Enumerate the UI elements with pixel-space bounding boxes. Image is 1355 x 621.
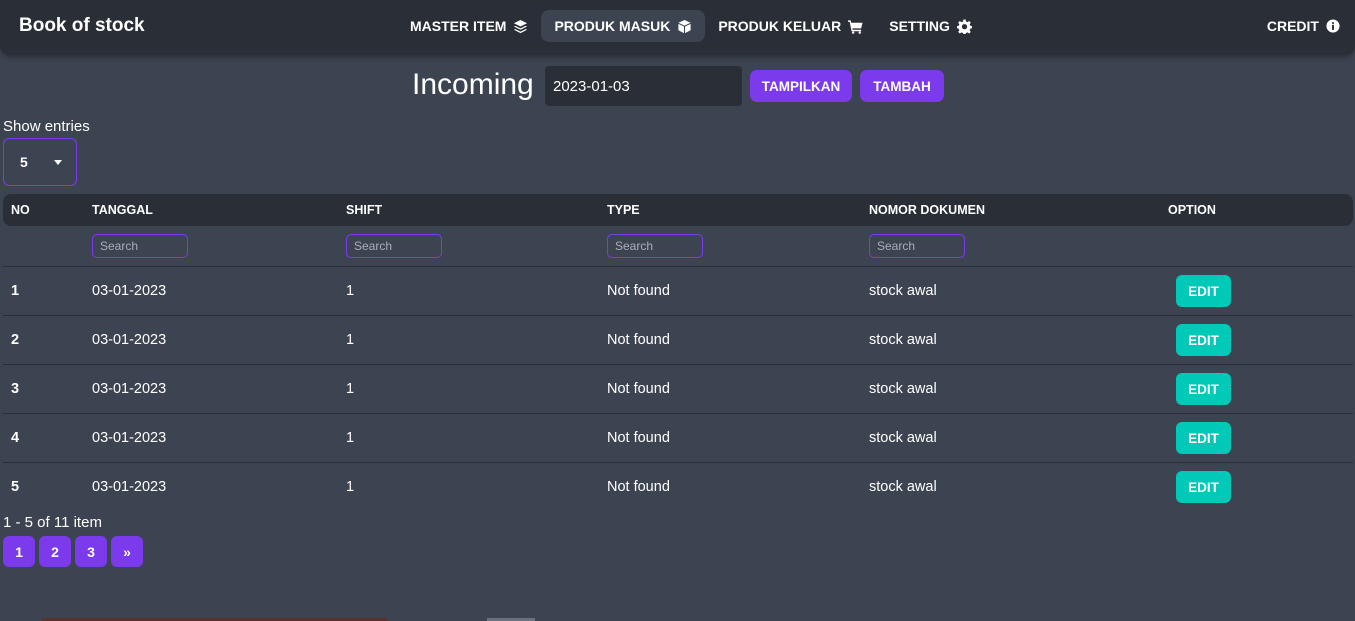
table-row: 4 03-01-2023 1 Not found stock awal EDIT (3, 414, 1353, 463)
cell-shift: 1 (346, 332, 355, 348)
edit-button[interactable]: EDIT (1176, 422, 1231, 454)
page-button[interactable]: 3 (75, 536, 107, 567)
cell-type: Not found (607, 381, 670, 397)
cell-no: 1 (11, 283, 20, 299)
tampilkan-button[interactable]: TAMPILKAN (750, 70, 852, 102)
cell-nomor-dokumen: stock awal (869, 283, 937, 299)
cell-tanggal: 03-01-2023 (92, 430, 167, 446)
table-row: 1 03-01-2023 1 Not found stock awal EDIT (3, 267, 1353, 316)
layers-icon (514, 19, 528, 33)
show-entries-label: Show entries (3, 118, 90, 135)
column-header: TANGGAL (92, 203, 153, 217)
column-header: NO (11, 203, 30, 217)
edit-button[interactable]: EDIT (1176, 275, 1231, 307)
cell-option: EDIT (1168, 324, 1353, 356)
column-header: TYPE (607, 203, 640, 217)
cell-nomor-dokumen: stock awal (869, 332, 937, 348)
caret-down-icon (54, 159, 62, 165)
column-header: NOMOR DOKUMEN (869, 203, 985, 217)
cell-type: Not found (607, 332, 670, 348)
nav-item-label: PRODUK MASUK (554, 18, 671, 34)
brand-title[interactable]: Book of stock (19, 15, 145, 37)
cell-nomor-dokumen: stock awal (869, 430, 937, 446)
cell-nomor-dokumen: stock awal (869, 381, 937, 397)
credit-label: CREDIT (1266, 18, 1319, 34)
table-row: 2 03-01-2023 1 Not found stock awal EDIT (3, 316, 1353, 365)
cell-option: EDIT (1168, 422, 1353, 454)
filter-cell (346, 234, 607, 258)
cell-no: 4 (11, 430, 20, 446)
nav-item-produk-masuk[interactable]: PRODUK MASUK (541, 10, 706, 42)
nav-item-produk-keluar[interactable]: PRODUK KELUAR (705, 10, 876, 42)
date-input[interactable] (545, 66, 742, 106)
cell-tanggal: 03-01-2023 (92, 479, 167, 495)
edit-button[interactable]: EDIT (1176, 324, 1231, 356)
cell-no: 3 (11, 381, 20, 397)
cell-no: 5 (11, 479, 20, 495)
table-row: 5 03-01-2023 1 Not found stock awal EDIT (3, 463, 1353, 511)
filter-cell (869, 234, 1168, 258)
cell-no: 2 (11, 332, 20, 348)
search-type-input[interactable] (607, 234, 703, 258)
search-tanggal-input[interactable] (92, 234, 188, 258)
filter-row (3, 226, 1353, 267)
column-header: OPTION (1168, 203, 1216, 217)
nav-item-master-item[interactable]: MASTER ITEM (397, 10, 541, 42)
box-icon (678, 19, 691, 33)
cell-tanggal: 03-01-2023 (92, 283, 167, 299)
cell-option: EDIT (1168, 275, 1353, 307)
cell-tanggal: 03-01-2023 (92, 332, 167, 348)
nav-menu: MASTER ITEM PRODUK MASUK PRODUK KELUAR S… (397, 10, 985, 42)
pagination-info: 1 - 5 of 11 item (3, 514, 102, 531)
next-page-button[interactable]: » (111, 536, 143, 567)
nav-item-label: PRODUK KELUAR (718, 18, 842, 34)
navbar: Book of stock MASTER ITEM PRODUK MASUK P… (0, 0, 1355, 55)
edit-button[interactable]: EDIT (1176, 373, 1231, 405)
cell-type: Not found (607, 430, 670, 446)
info-icon (1326, 19, 1340, 33)
nav-item-label: SETTING (889, 18, 950, 34)
nav-item-label: MASTER ITEM (410, 18, 507, 34)
cell-shift: 1 (346, 479, 355, 495)
cell-type: Not found (607, 283, 670, 299)
cart-icon (848, 19, 863, 34)
gear-icon (956, 18, 972, 34)
column-header: SHIFT (346, 203, 383, 217)
search-nomor-dokumen-input[interactable] (869, 234, 965, 258)
cell-option: EDIT (1168, 373, 1353, 405)
cell-shift: 1 (346, 283, 355, 299)
cell-type: Not found (607, 479, 670, 495)
page-button[interactable]: 2 (39, 536, 71, 567)
filter-cell (84, 234, 346, 258)
tambah-button[interactable]: TAMBAH (860, 70, 944, 102)
cell-tanggal: 03-01-2023 (92, 381, 167, 397)
data-table: NO TANGGAL SHIFT TYPE NOMOR DOKUMEN OPTI… (3, 194, 1353, 511)
entries-value: 5 (20, 154, 28, 170)
credit-link[interactable]: CREDIT (1267, 10, 1340, 42)
cell-shift: 1 (346, 381, 355, 397)
edit-button[interactable]: EDIT (1176, 471, 1231, 503)
cell-nomor-dokumen: stock awal (869, 479, 937, 495)
table-header: NO TANGGAL SHIFT TYPE NOMOR DOKUMEN OPTI… (3, 194, 1353, 226)
table-row: 3 03-01-2023 1 Not found stock awal EDIT (3, 365, 1353, 414)
filter-cell (607, 234, 869, 258)
page-button[interactable]: 1 (3, 536, 35, 567)
search-shift-input[interactable] (346, 234, 442, 258)
entries-select[interactable]: 5 (3, 138, 77, 186)
cell-shift: 1 (346, 430, 355, 446)
pagination: 1 2 3 » (3, 536, 143, 567)
cell-option: EDIT (1168, 471, 1353, 503)
page-title: Incoming (412, 68, 534, 101)
nav-item-setting[interactable]: SETTING (876, 10, 985, 42)
